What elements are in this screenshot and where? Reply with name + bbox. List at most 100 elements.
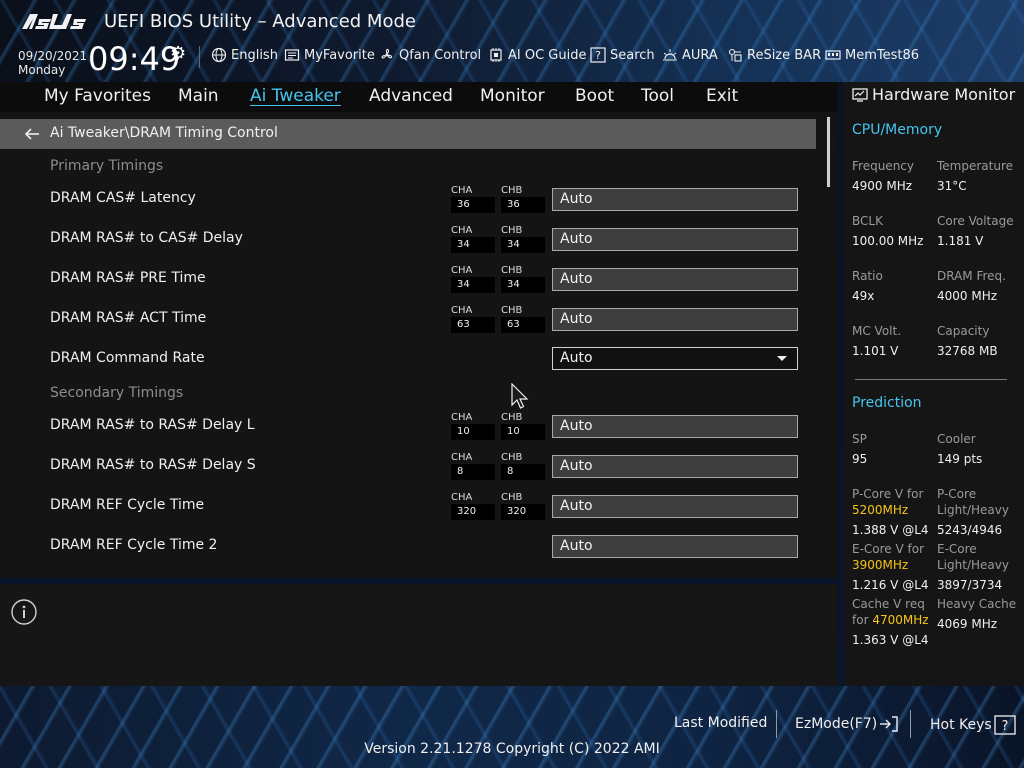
resize-bar-button[interactable]: ReSize BAR bbox=[727, 47, 821, 63]
setting-value-field[interactable]: Auto bbox=[552, 455, 798, 478]
ezmode-button[interactable]: EzMode(F7) bbox=[795, 715, 899, 733]
heavy-cache-value: 4069 MHz bbox=[937, 617, 998, 631]
setting-value-field[interactable]: Auto bbox=[552, 188, 798, 211]
question-icon: ? bbox=[994, 715, 1016, 735]
help-info-panel bbox=[0, 584, 838, 686]
last-modified-button[interactable]: Last Modified bbox=[674, 715, 767, 731]
setting-value-field[interactable]: Auto bbox=[552, 495, 798, 518]
memtest86-button[interactable]: MemTest86 bbox=[825, 47, 919, 63]
cpu-memory-heading: CPU/Memory bbox=[852, 122, 943, 138]
temperature-label: Temperature bbox=[937, 159, 1014, 173]
channel-b-value: 10 bbox=[501, 424, 545, 440]
ai-oc-guide-label: AI OC Guide bbox=[508, 47, 587, 63]
ratio-label: Ratio bbox=[852, 269, 883, 283]
channel-a-readout: CHA 63 bbox=[451, 305, 495, 333]
setting-label: DRAM RAS# to RAS# Delay S bbox=[50, 457, 256, 473]
channel-b-value: 34 bbox=[501, 237, 545, 253]
breadcrumb: Ai Tweaker\DRAM Timing Control bbox=[50, 125, 278, 141]
channel-a-label: CHA bbox=[451, 225, 473, 236]
channel-a-readout: CHA 320 bbox=[451, 492, 495, 520]
channel-a-label: CHA bbox=[451, 492, 473, 503]
dram-freq-value: 4000 MHz bbox=[937, 289, 998, 303]
section-primary-timings: Primary Timings bbox=[50, 158, 164, 174]
question-icon: ? bbox=[590, 47, 606, 63]
ecore-lh-label: E-Core bbox=[937, 542, 977, 556]
channel-b-readout: CHB 8 bbox=[501, 452, 545, 480]
dropdown-selected-value: Auto bbox=[560, 350, 593, 366]
aura-light-icon bbox=[662, 47, 678, 63]
bclk-label: BCLK bbox=[852, 214, 883, 228]
back-arrow-icon[interactable] bbox=[24, 126, 40, 142]
date-display: 09/20/2021 Monday bbox=[18, 49, 87, 77]
mouse-cursor-icon bbox=[511, 383, 529, 409]
setting-value-field[interactable]: Auto bbox=[552, 535, 798, 558]
asus-logo bbox=[22, 14, 86, 29]
channel-b-value: 36 bbox=[501, 197, 545, 213]
ratio-value: 49x bbox=[852, 289, 875, 303]
menu-tool[interactable]: Tool bbox=[641, 86, 674, 106]
gear-icon[interactable]: ⚙ bbox=[170, 43, 186, 64]
setting-label: DRAM CAS# Latency bbox=[50, 190, 196, 206]
channel-a-readout: CHA 8 bbox=[451, 452, 495, 480]
setting-value-field[interactable]: Auto bbox=[552, 268, 798, 291]
channel-a-readout: CHA 34 bbox=[451, 265, 495, 293]
menu-boot[interactable]: Boot bbox=[575, 86, 614, 106]
cooler-label: Cooler bbox=[937, 432, 976, 446]
setting-value-field[interactable]: Auto bbox=[552, 308, 798, 331]
pcore-lh-label-2: Light/Heavy bbox=[937, 503, 1009, 517]
hw-divider bbox=[855, 379, 1007, 380]
memtest86-label: MemTest86 bbox=[845, 47, 920, 63]
footer-divider bbox=[776, 710, 777, 738]
myfavorite-label: MyFavorite bbox=[304, 47, 375, 63]
channel-b-label: CHB bbox=[501, 452, 523, 463]
menu-ai-tweaker[interactable]: Ai Tweaker bbox=[250, 86, 341, 106]
channel-a-value: 36 bbox=[451, 197, 495, 213]
menu-exit[interactable]: Exit bbox=[706, 86, 738, 106]
menu-advanced[interactable]: Advanced bbox=[369, 86, 453, 106]
channel-b-value: 320 bbox=[501, 504, 545, 520]
frequency-value: 4900 MHz bbox=[852, 179, 913, 193]
setting-value-field[interactable]: Auto bbox=[552, 415, 798, 438]
channel-b-label: CHB bbox=[501, 412, 523, 423]
command-rate-dropdown[interactable]: Auto bbox=[552, 347, 798, 370]
channel-a-value: 63 bbox=[451, 317, 495, 333]
channel-a-label: CHA bbox=[451, 452, 473, 463]
aura-button[interactable]: AURA bbox=[662, 47, 718, 63]
language-button[interactable]: English bbox=[211, 47, 278, 63]
date-text: 09/20/2021 bbox=[18, 49, 88, 63]
cache-v-value: 1.363 V @L4 bbox=[852, 633, 929, 647]
qfan-control-button[interactable]: Qfan Control bbox=[379, 47, 481, 63]
ezmode-label: EzMode(F7) bbox=[795, 716, 878, 732]
menu-monitor[interactable]: Monitor bbox=[480, 86, 545, 106]
channel-a-value: 8 bbox=[451, 464, 495, 480]
mc-volt-value: 1.101 V bbox=[852, 344, 899, 358]
channel-a-value: 10 bbox=[451, 424, 495, 440]
setting-label: DRAM Command Rate bbox=[50, 350, 205, 366]
scrollbar-thumb[interactable] bbox=[827, 117, 830, 187]
setting-value-field[interactable]: Auto bbox=[552, 228, 798, 251]
menu-main[interactable]: Main bbox=[178, 86, 219, 106]
hot-keys-label: Hot Keys bbox=[930, 717, 992, 733]
version-text: Version 2.21.1278 Copyright (C) 2022 AMI bbox=[364, 741, 660, 757]
fan-icon bbox=[379, 47, 395, 63]
channel-b-label: CHB bbox=[501, 265, 523, 276]
pcore-lh-value: 5243/4946 bbox=[937, 523, 1003, 537]
menu-my-favorites[interactable]: My Favorites bbox=[44, 86, 151, 106]
hardware-monitor-title: Hardware Monitor bbox=[872, 85, 1016, 104]
channel-b-readout: CHB 34 bbox=[501, 225, 545, 253]
myfavorite-button[interactable]: MyFavorite bbox=[284, 47, 375, 63]
ai-oc-guide-button[interactable]: AI OC Guide bbox=[488, 47, 586, 63]
channel-a-value: 320 bbox=[451, 504, 495, 520]
pcore-v-freq: 5200MHz bbox=[852, 503, 909, 517]
capacity-label: Capacity bbox=[937, 324, 990, 338]
svg-text:?: ? bbox=[1001, 719, 1008, 734]
channel-a-value: 34 bbox=[451, 277, 495, 293]
hot-keys-button[interactable]: Hot Keys ? bbox=[930, 715, 1016, 735]
channel-a-readout: CHA 34 bbox=[451, 225, 495, 253]
svg-text:?: ? bbox=[595, 49, 601, 62]
channel-b-label: CHB bbox=[501, 492, 523, 503]
channel-b-readout: CHB 34 bbox=[501, 265, 545, 293]
core-voltage-value: 1.181 V bbox=[937, 234, 984, 248]
search-button[interactable]: ? Search bbox=[590, 47, 655, 63]
cache-v-label: Cache V req bbox=[852, 597, 925, 611]
